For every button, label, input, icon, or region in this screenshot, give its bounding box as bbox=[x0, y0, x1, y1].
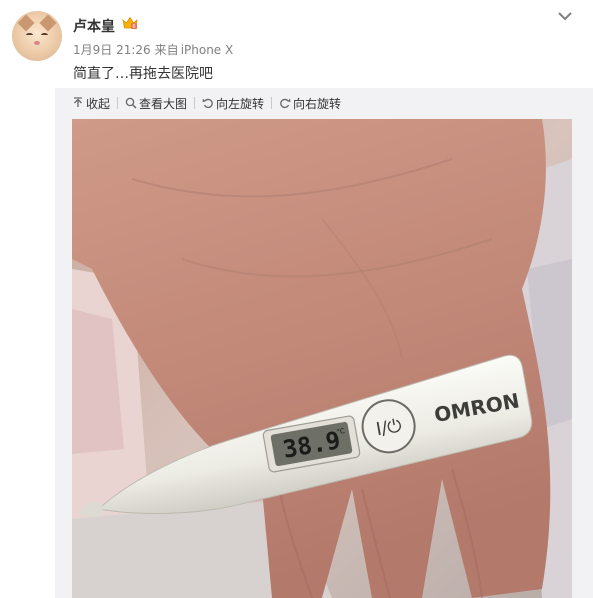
rotate-left-label: 向左旋转 bbox=[216, 96, 265, 111]
post-text: 简直了…再拖去医院吧 bbox=[73, 66, 213, 82]
view-large-label: 查看大图 bbox=[139, 96, 188, 111]
svg-text:6: 6 bbox=[132, 24, 135, 30]
toolbar-divider bbox=[271, 97, 273, 109]
rotate-right-label: 向右旋转 bbox=[293, 96, 342, 111]
view-large-button[interactable]: 查看大图 bbox=[125, 95, 187, 112]
post-source-prefix: 来自 bbox=[154, 43, 179, 57]
avatar-cat-eye bbox=[26, 33, 33, 37]
zoom-icon bbox=[125, 97, 137, 109]
media-toolbar: 收起 查看大图 向左旋转 向右旋转 bbox=[72, 95, 341, 111]
post-photo[interactable]: 38.9 °C I/⏻ OMRON bbox=[72, 119, 572, 598]
thermometer-power-label: I/⏻ bbox=[374, 415, 403, 440]
avatar-cat-ear bbox=[39, 14, 57, 32]
thermometer-unit-text: °C bbox=[336, 427, 346, 436]
rotate-left-icon bbox=[202, 98, 213, 109]
avatar-cat-ear bbox=[17, 14, 35, 32]
collapse-label: 收起 bbox=[86, 96, 111, 111]
collapse-icon bbox=[74, 97, 82, 107]
toolbar-divider bbox=[194, 97, 196, 109]
post-meta: 1月9日 21:26 来自 iPhone X bbox=[73, 41, 237, 58]
toolbar-divider bbox=[117, 97, 119, 109]
thermometer-photo-image: 38.9 °C I/⏻ OMRON bbox=[72, 119, 572, 598]
avatar-cat-nose bbox=[34, 41, 40, 45]
post-timestamp[interactable]: 1月9日 21:26 bbox=[73, 43, 151, 57]
dropdown-chevron-icon[interactable] bbox=[557, 8, 573, 24]
collapse-button[interactable]: 收起 bbox=[72, 95, 110, 112]
rotate-right-icon bbox=[280, 98, 291, 109]
vip-crown-icon[interactable]: 6 bbox=[122, 16, 138, 30]
rotate-right-button[interactable]: 向右旋转 bbox=[279, 95, 341, 112]
username-link[interactable]: 卢本皇 bbox=[73, 16, 115, 36]
avatar[interactable] bbox=[12, 11, 62, 61]
post-source-device[interactable]: iPhone X bbox=[181, 43, 234, 57]
avatar-cat-eye bbox=[41, 33, 48, 37]
rotate-left-button[interactable]: 向左旋转 bbox=[202, 95, 264, 112]
